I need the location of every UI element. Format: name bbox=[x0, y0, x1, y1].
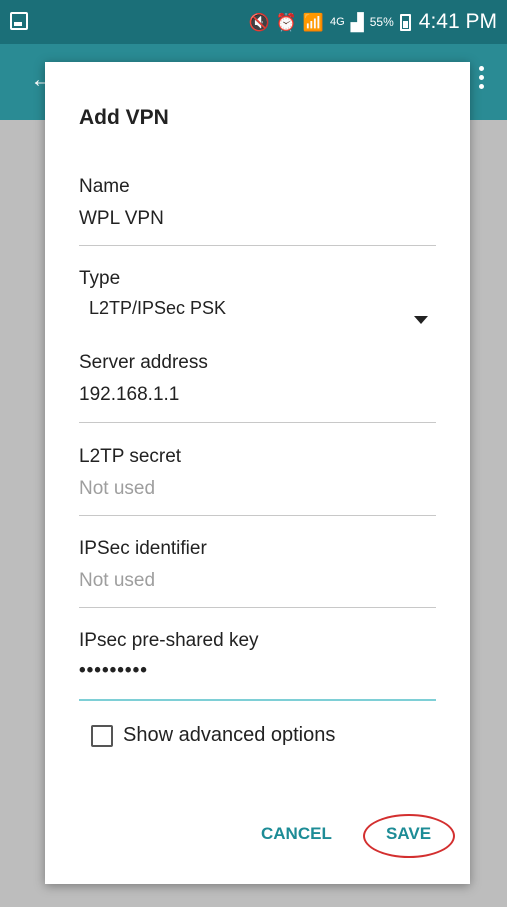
network-type: 4G bbox=[329, 16, 345, 28]
mute-icon: 🔇 bbox=[248, 12, 270, 32]
name-field[interactable]: Name WPL VPN bbox=[79, 176, 436, 230]
server-address-field[interactable]: Server address 192.168.1.1 bbox=[79, 352, 436, 406]
l2tp-secret-underline bbox=[79, 515, 436, 516]
type-field[interactable]: Type L2TP/IPSec PSK bbox=[79, 268, 436, 338]
dialog-title: Add VPN bbox=[79, 106, 169, 129]
add-vpn-dialog: Add VPN Name WPL VPN Type L2TP/IPSec PSK… bbox=[45, 62, 470, 884]
server-address-underline bbox=[79, 422, 436, 423]
overflow-menu-icon[interactable] bbox=[479, 66, 485, 94]
show-advanced-options[interactable]: Show advanced options bbox=[91, 724, 335, 747]
show-advanced-checkbox[interactable] bbox=[91, 724, 113, 747]
battery-icon bbox=[399, 13, 411, 31]
save-button[interactable]: SAVE bbox=[386, 824, 431, 844]
l2tp-secret-field[interactable]: L2TP secret Not used bbox=[79, 446, 436, 500]
status-icons: 🔇 ⏰ 📶 4G ▟ 55% 4:41 PM bbox=[248, 0, 497, 44]
wifi-icon: 📶 bbox=[302, 12, 324, 32]
cancel-button[interactable]: CANCEL bbox=[261, 824, 332, 844]
battery-percent: 55% bbox=[369, 15, 394, 29]
ipsec-identifier-underline bbox=[79, 607, 436, 608]
ipsec-identifier-input[interactable]: Not used bbox=[79, 570, 436, 592]
name-input[interactable]: WPL VPN bbox=[79, 208, 436, 230]
l2tp-secret-label: L2TP secret bbox=[79, 446, 182, 467]
l2tp-secret-input[interactable]: Not used bbox=[79, 478, 436, 500]
name-underline bbox=[79, 245, 436, 246]
name-label: Name bbox=[79, 176, 130, 197]
status-bar: 🔇 ⏰ 📶 4G ▟ 55% 4:41 PM bbox=[0, 0, 507, 44]
signal-icon: ▟ bbox=[350, 12, 364, 32]
server-address-label: Server address bbox=[79, 352, 208, 373]
show-advanced-label: Show advanced options bbox=[123, 724, 336, 746]
clock: 4:41 PM bbox=[418, 10, 497, 33]
preshared-key-field[interactable]: IPsec pre-shared key ••••••••• bbox=[79, 630, 436, 682]
preshared-key-label: IPsec pre-shared key bbox=[79, 630, 259, 651]
server-address-input[interactable]: 192.168.1.1 bbox=[79, 384, 436, 406]
screenshot-notification-icon bbox=[10, 12, 28, 30]
type-label: Type bbox=[79, 268, 121, 289]
alarm-icon: ⏰ bbox=[275, 12, 297, 32]
type-select[interactable]: L2TP/IPSec PSK bbox=[79, 298, 436, 319]
preshared-key-underline bbox=[79, 699, 436, 701]
preshared-key-input[interactable]: ••••••••• bbox=[79, 660, 436, 682]
ipsec-identifier-label: IPSec identifier bbox=[79, 538, 207, 559]
ipsec-identifier-field[interactable]: IPSec identifier Not used bbox=[79, 538, 436, 592]
dropdown-arrow-icon[interactable] bbox=[414, 316, 428, 324]
